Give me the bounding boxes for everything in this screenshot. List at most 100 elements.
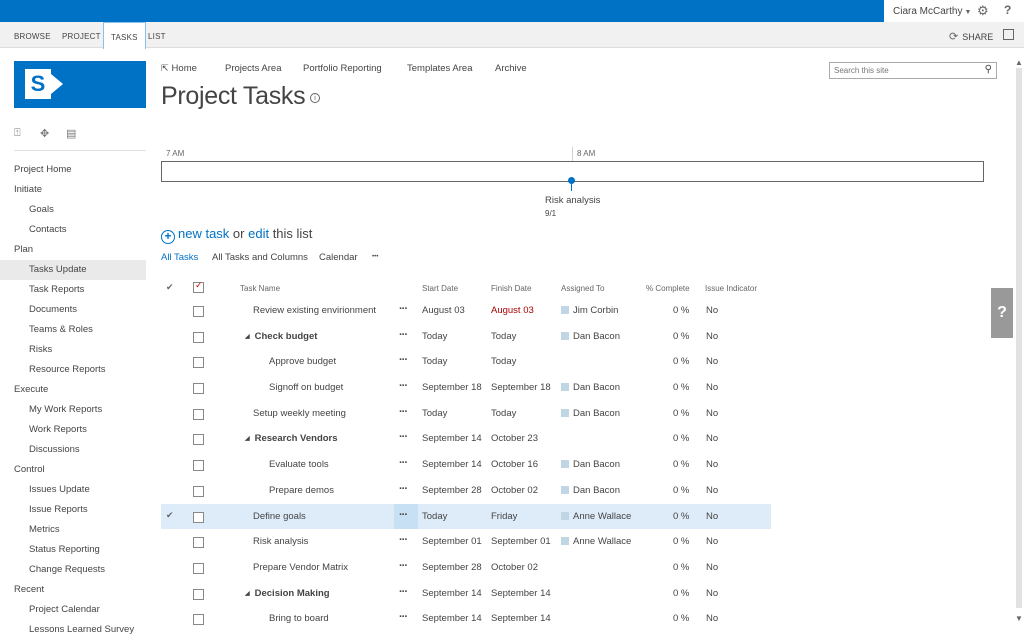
percent-complete-cell[interactable]: 0 % <box>673 382 689 393</box>
issue-indicator-cell[interactable]: No <box>706 331 718 342</box>
upload-icon[interactable]: ⍐ <box>14 127 21 140</box>
issue-indicator-cell[interactable]: No <box>706 356 718 367</box>
assigned-to-cell[interactable]: Anne Wallace <box>561 536 631 547</box>
topnav-home[interactable]: ⇱ Home <box>161 63 197 74</box>
site-logo[interactable]: S <box>14 61 146 108</box>
start-date-cell[interactable]: September 18 <box>422 382 482 393</box>
percent-complete-cell[interactable]: 0 % <box>673 433 689 444</box>
gear-icon[interactable]: ⚙ <box>977 3 989 19</box>
topnav-templates-area[interactable]: Templates Area <box>407 63 472 74</box>
task-name[interactable]: Risk analysis <box>253 536 308 547</box>
finish-date-cell[interactable]: Today <box>491 356 516 367</box>
item-menu-ellipsis-icon[interactable]: ··· <box>399 509 408 521</box>
nav-item-documents[interactable]: Documents <box>0 300 146 320</box>
milestone-task-label[interactable]: Risk analysis <box>545 195 600 206</box>
collapse-triangle-icon[interactable]: ◢ <box>245 436 250 442</box>
finish-date-cell[interactable]: September 14 <box>491 613 551 624</box>
add-icon[interactable]: + <box>161 230 175 244</box>
start-date-cell[interactable]: September 14 <box>422 613 482 624</box>
item-menu-ellipsis-icon[interactable]: ··· <box>399 406 408 418</box>
tab-browse[interactable]: BROWSE <box>14 22 51 48</box>
assigned-to-cell[interactable]: Dan Bacon <box>561 331 620 342</box>
table-row[interactable]: Review existing envirionment ··· August 03… <box>161 298 771 324</box>
item-menu-ellipsis-icon[interactable]: ··· <box>399 483 408 495</box>
table-row[interactable]: Setup weekly meeting ··· Today Today Dan Bac… <box>161 401 771 427</box>
nav-item-task-reports[interactable]: Task Reports <box>0 280 146 300</box>
issue-indicator-cell[interactable]: No <box>706 511 718 522</box>
share-button[interactable]: ⟳ SHARE <box>949 30 993 43</box>
task-name[interactable]: Prepare Vendor Matrix <box>253 562 348 573</box>
issue-indicator-cell[interactable]: No <box>706 305 718 316</box>
col-assigned-to[interactable]: Assigned To <box>561 284 604 293</box>
topnav-archive[interactable]: Archive <box>495 63 527 74</box>
start-date-cell[interactable]: September 28 <box>422 485 482 496</box>
nav-item-issues-update[interactable]: Issues Update <box>0 480 146 500</box>
col-start-date[interactable]: Start Date <box>422 284 458 293</box>
finish-date-cell[interactable]: Today <box>491 331 516 342</box>
collapse-triangle-icon[interactable]: ◢ <box>245 591 250 597</box>
table-row[interactable]: Approve budget ··· Today Today 0 % No <box>161 349 771 375</box>
nav-item-discussions[interactable]: Discussions <box>0 440 146 460</box>
nav-item-plan[interactable]: Plan <box>0 240 146 260</box>
collapse-triangle-icon[interactable]: ◢ <box>245 334 250 340</box>
task-complete-checkbox[interactable] <box>193 434 204 446</box>
task-name[interactable]: Approve budget <box>269 356 336 367</box>
nav-item-recent[interactable]: Recent <box>0 580 146 600</box>
task-complete-checkbox[interactable] <box>193 614 204 626</box>
start-date-cell[interactable]: Today <box>422 356 447 367</box>
start-date-cell[interactable]: Today <box>422 331 447 342</box>
nav-item-project-home[interactable]: Project Home <box>0 160 146 180</box>
finish-date-cell[interactable]: October 23 <box>491 433 538 444</box>
item-menu-ellipsis-icon[interactable]: ··· <box>399 431 408 443</box>
finish-date-cell[interactable]: September 14 <box>491 588 551 599</box>
issue-indicator-cell[interactable]: No <box>706 588 718 599</box>
focus-on-content-icon[interactable] <box>1003 29 1014 40</box>
table-row[interactable]: ◢ Decision Making ··· September 14 September… <box>161 581 771 607</box>
col-percent-complete[interactable]: % Complete <box>646 284 690 293</box>
nav-item-metrics[interactable]: Metrics <box>0 520 146 540</box>
vertical-scrollbar[interactable]: ▲ ▼ <box>1014 48 1024 639</box>
table-row[interactable]: Prepare demos ··· September 28 October 02 Da… <box>161 478 771 504</box>
issue-indicator-cell[interactable]: No <box>706 485 718 496</box>
start-date-cell[interactable]: Today <box>422 408 447 419</box>
assigned-to-cell[interactable]: Anne Wallace <box>561 511 631 522</box>
task-complete-checkbox[interactable] <box>193 485 204 497</box>
item-menu-ellipsis-icon[interactable]: ··· <box>399 329 408 341</box>
nav-item-status-reporting[interactable]: Status Reporting <box>0 540 146 560</box>
help-tab-button[interactable]: ? <box>991 288 1013 338</box>
col-task-name[interactable]: Task Name <box>240 284 280 293</box>
task-name[interactable]: Define goals <box>253 511 306 522</box>
task-complete-checkbox[interactable] <box>193 383 204 395</box>
nav-item-issue-reports[interactable]: Issue Reports <box>0 500 146 520</box>
item-menu-ellipsis-icon[interactable]: ··· <box>399 560 408 572</box>
row-selected-check-icon[interactable]: ✔ <box>166 510 174 521</box>
issue-indicator-cell[interactable]: No <box>706 536 718 547</box>
page-icon[interactable]: ▤ <box>66 127 76 140</box>
col-finish-date[interactable]: Finish Date <box>491 284 531 293</box>
issue-indicator-cell[interactable]: No <box>706 382 718 393</box>
start-date-cell[interactable]: September 01 <box>422 536 482 547</box>
move-icon[interactable]: ✥ <box>40 127 49 140</box>
help-icon[interactable]: ? <box>1004 3 1011 17</box>
nav-item-change-requests[interactable]: Change Requests <box>0 560 146 580</box>
task-name[interactable]: ◢ Research Vendors <box>245 433 338 444</box>
task-complete-checkbox[interactable] <box>193 537 204 549</box>
search-input[interactable] <box>830 63 975 78</box>
percent-complete-cell[interactable]: 0 % <box>673 305 689 316</box>
select-all-check-icon[interactable]: ✔ <box>166 282 174 293</box>
finish-date-cell[interactable]: Friday <box>491 511 517 522</box>
task-name[interactable]: ◢ Check budget <box>245 331 317 342</box>
tab-project[interactable]: PROJECT <box>62 22 101 48</box>
finish-date-cell[interactable]: Today <box>491 408 516 419</box>
finish-date-cell[interactable]: August 03 <box>491 305 534 316</box>
issue-indicator-cell[interactable]: No <box>706 433 718 444</box>
scroll-down-icon[interactable]: ▼ <box>1015 614 1023 623</box>
start-date-cell[interactable]: August 03 <box>422 305 465 316</box>
nav-item-lessons-learned-survey[interactable]: Lessons Learned Survey <box>0 620 146 639</box>
table-row[interactable]: Prepare Vendor Matrix ··· September 28 Octo… <box>161 555 771 581</box>
task-name[interactable]: Review existing envirionment <box>253 305 376 316</box>
assigned-to-cell[interactable]: Dan Bacon <box>561 408 620 419</box>
nav-item-my-work-reports[interactable]: My Work Reports <box>0 400 146 420</box>
assigned-to-cell[interactable]: Dan Bacon <box>561 382 620 393</box>
percent-complete-cell[interactable]: 0 % <box>673 485 689 496</box>
